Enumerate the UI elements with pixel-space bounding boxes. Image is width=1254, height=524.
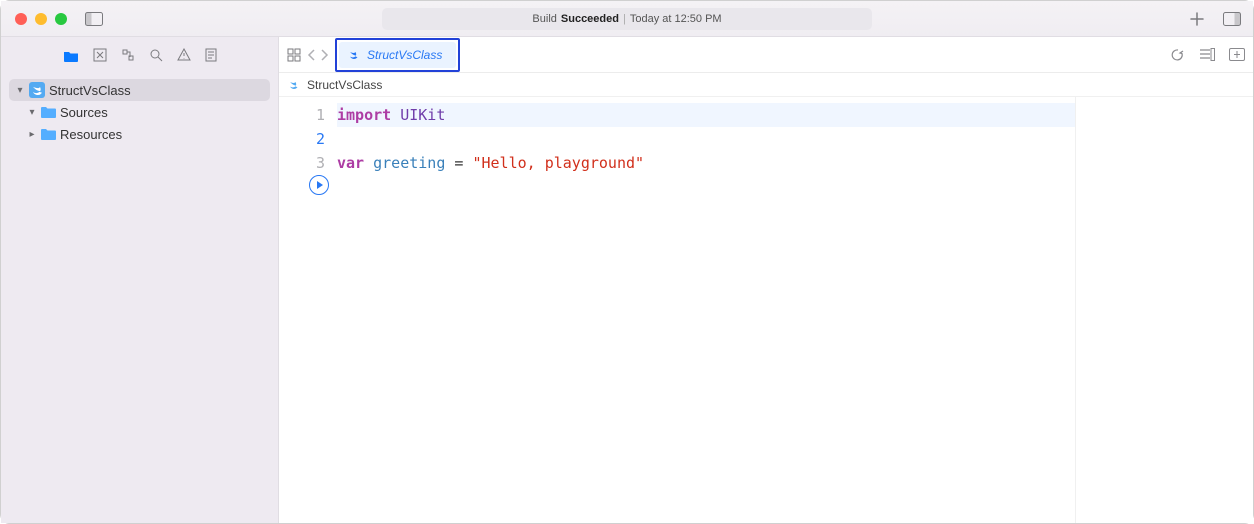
line-number: 3	[279, 151, 337, 175]
navigator-selector-bar	[1, 37, 278, 73]
line-number: 1	[279, 103, 337, 127]
folder-icon	[41, 106, 56, 118]
folder-resources-row[interactable]: ▸ Resources	[9, 123, 270, 145]
test-navigator-tab[interactable]	[205, 48, 217, 62]
line-number: 2	[279, 127, 337, 151]
swift-file-icon	[287, 78, 301, 92]
refresh-button[interactable]	[1171, 48, 1185, 62]
titlebar: Build Succeeded | Today at 12:50 PM	[1, 1, 1253, 37]
forward-button[interactable]	[319, 49, 329, 61]
project-name-label: StructVsClass	[49, 83, 131, 98]
disclosure-triangle-icon[interactable]: ▾	[27, 107, 37, 118]
code-content[interactable]: import UIKit var greeting = "Hello, play…	[337, 97, 1075, 523]
toggle-left-panel-button[interactable]	[85, 12, 103, 26]
minimap[interactable]	[1075, 97, 1253, 523]
disclosure-triangle-icon[interactable]: ▸	[27, 129, 37, 140]
code-line[interactable]: import UIKit	[337, 103, 1075, 127]
code-line[interactable]	[337, 127, 1075, 151]
toggle-right-panel-button[interactable]	[1223, 12, 1241, 26]
code-line[interactable]: var greeting = "Hello, playground"	[337, 151, 1075, 175]
project-navigator-tab[interactable]	[63, 49, 79, 62]
navigator-sidebar: ▾ StructVsClass ▾ Sources ▸ Resources	[1, 37, 279, 523]
status-result: Succeeded	[561, 13, 619, 25]
swift-file-icon	[347, 48, 361, 62]
minimize-window-button[interactable]	[35, 13, 47, 25]
window-controls	[15, 13, 67, 25]
add-button[interactable]	[1189, 11, 1205, 27]
swift-playground-icon	[29, 82, 45, 98]
activity-status[interactable]: Build Succeeded | Today at 12:50 PM	[382, 8, 872, 30]
source-control-navigator-tab[interactable]	[93, 48, 107, 62]
find-navigator-tab[interactable]	[149, 48, 163, 62]
project-root-row[interactable]: ▾ StructVsClass	[9, 79, 270, 101]
run-playground-button[interactable]	[309, 175, 329, 195]
active-file-label: StructVsClass	[367, 48, 442, 62]
status-separator: |	[623, 13, 626, 25]
tab-highlight-annotation: StructVsClass	[335, 38, 460, 72]
folder-label: Resources	[60, 127, 122, 142]
symbol-navigator-tab[interactable]	[121, 48, 135, 62]
jump-bar: StructVsClass	[279, 37, 1253, 73]
code-editor[interactable]: 1 2 3 import UIKit var greeting = "Hello…	[279, 97, 1253, 523]
line-gutter: 1 2 3	[279, 97, 337, 523]
breadcrumb-file-label: StructVsClass	[307, 78, 382, 92]
zoom-window-button[interactable]	[55, 13, 67, 25]
disclosure-triangle-icon[interactable]: ▾	[15, 85, 25, 96]
back-button[interactable]	[307, 49, 317, 61]
status-prefix: Build	[532, 13, 556, 25]
breadcrumb[interactable]: StructVsClass	[279, 73, 1253, 97]
folder-icon	[41, 128, 56, 140]
active-file-tab[interactable]: StructVsClass	[339, 42, 456, 68]
folder-label: Sources	[60, 105, 108, 120]
status-time: Today at 12:50 PM	[630, 13, 722, 25]
add-editor-button[interactable]	[1229, 48, 1245, 62]
project-tree: ▾ StructVsClass ▾ Sources ▸ Resources	[1, 73, 278, 151]
history-nav	[307, 49, 329, 61]
folder-sources-row[interactable]: ▾ Sources	[9, 101, 270, 123]
editor-area: StructVsClass StructVsClass	[279, 37, 1253, 523]
related-items-button[interactable]	[287, 48, 301, 62]
close-window-button[interactable]	[15, 13, 27, 25]
issue-navigator-tab[interactable]	[177, 48, 191, 62]
editor-options-button[interactable]	[1199, 48, 1215, 62]
